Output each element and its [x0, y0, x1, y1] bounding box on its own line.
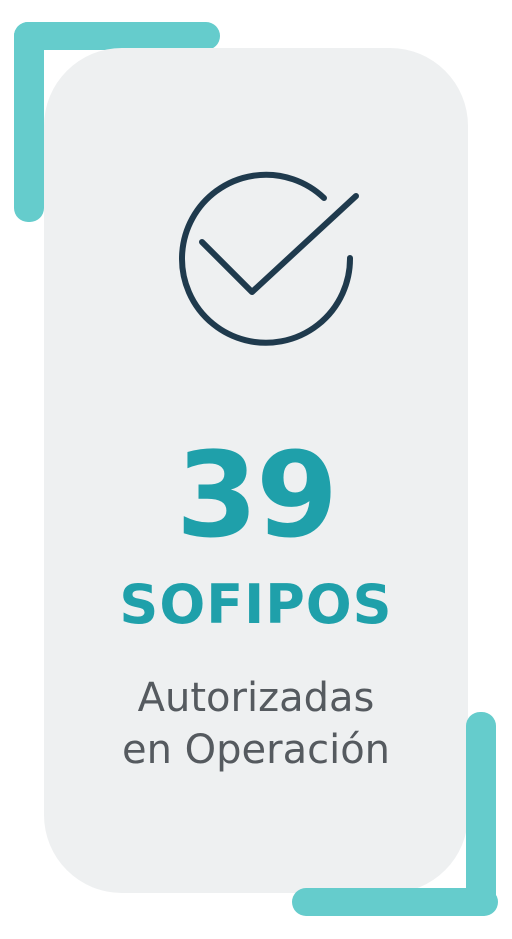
- stat-label: SOFIPOS: [119, 573, 393, 636]
- stat-description-line-1: Autorizadas: [137, 675, 375, 721]
- top-left-bracket-horizontal: [14, 22, 220, 50]
- checkmark-circle-icon: [179, 171, 359, 346]
- stat-card-canvas: 39 SOFIPOS Autorizadas en Operación: [0, 0, 512, 939]
- stat-number: 39: [175, 426, 338, 564]
- bottom-right-bracket-horizontal: [292, 888, 498, 916]
- stat-description-line-2: en Operación: [121, 727, 391, 773]
- top-left-bracket-vertical: [14, 22, 44, 222]
